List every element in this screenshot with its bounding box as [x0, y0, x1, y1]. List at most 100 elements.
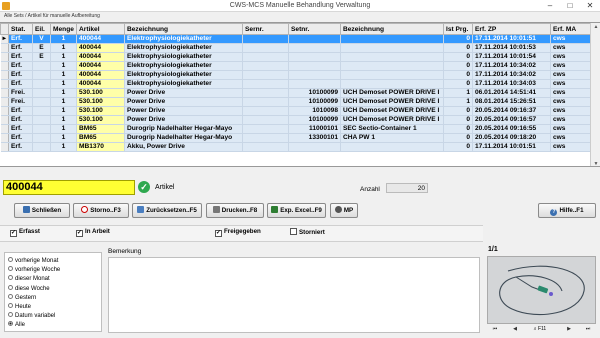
cell-menge: 1 [50, 142, 77, 152]
cell-erf-ma: cws [550, 97, 591, 107]
fullscreen-f11-button[interactable]: ⌕ F11 [527, 325, 553, 334]
column-header-setnr[interactable]: Setnr. [288, 23, 341, 35]
table-row[interactable]: Erf. 1 MB1370 Akku, Power Drive 0 17.11.2014 … [0, 142, 591, 152]
close-button[interactable]: ✕ [580, 0, 600, 12]
cell-eil [32, 70, 51, 80]
row-indicator [0, 52, 9, 62]
filter-erfasst[interactable]: ✓ Erfasst [10, 228, 40, 239]
erfasst-checkbox[interactable]: ✓ [10, 230, 17, 237]
cell-erf-zp: 17.11.2014 10:34:03 [472, 79, 551, 89]
cell-artikel: 400044 [76, 70, 125, 80]
cell-setbez [340, 34, 444, 44]
next-page-icon[interactable]: ▶ [563, 325, 575, 334]
filter-freigegeben[interactable]: ✓ Freigegeben [215, 228, 261, 239]
reset-button[interactable]: Zurücksetzen..F5 [132, 203, 202, 218]
first-page-icon[interactable]: ⏮ [489, 325, 501, 334]
last-page-icon[interactable]: ⏭ [582, 325, 594, 334]
table-row[interactable]: Frei. 1 530.100 Power Drive 10100099 UCH Demo… [0, 88, 591, 98]
storno-button[interactable]: Storno..F3 [73, 203, 129, 218]
cell-setbez: UCH Demoset POWER DRIVE I [340, 115, 444, 125]
table-row[interactable]: Erf. E 1 400044 Elektrophysiologiekatheter 0 1… [0, 52, 591, 62]
table-header: Stat. Eil. Menge Artikel Bezeichnung Ser… [0, 23, 591, 35]
column-header-bezeichnung[interactable]: Bezeichnung [124, 23, 243, 35]
cell-ist-prg: 0 [443, 124, 473, 134]
cell-erf-ma: cws [550, 34, 591, 44]
table-row[interactable]: Erf. 1 530.100 Power Drive 10100099 UCH Demos… [0, 115, 591, 125]
cell-erf-ma: cws [550, 61, 591, 71]
cell-bezeichnung: Durogrip Nadelhalter Hegar-Mayo [124, 124, 243, 134]
cell-sernr [242, 88, 289, 98]
radio-button[interactable] [8, 312, 13, 318]
column-header-artikel[interactable]: Artikel [76, 23, 125, 35]
cell-erf-ma: cws [550, 115, 591, 125]
print-button[interactable]: Drucken..F8 [206, 203, 264, 218]
table-row[interactable]: Erf. 1 BM65 Durogrip Nadelhalter Hegar-Mayo… [0, 124, 591, 134]
export-excel-button[interactable]: Exp. Excel..F9 [267, 203, 326, 218]
table-row[interactable]: ▸ Erf. V 1 400044 Elektrophysiologiekatheter 0… [0, 34, 591, 44]
maximize-button[interactable]: □ [560, 0, 580, 12]
help-icon: ? [550, 209, 558, 216]
bemerkung-label: Bemerkung [108, 248, 142, 255]
scroll-up-icon[interactable]: ▲ [592, 23, 600, 31]
filter-storniert[interactable]: Storniert [290, 228, 325, 239]
radio-button[interactable] [8, 321, 13, 327]
minimize-button[interactable]: – [540, 0, 560, 12]
column-header-stat[interactable]: Stat. [8, 23, 33, 35]
cell-ist-prg: 1 [443, 88, 473, 98]
article-input[interactable]: 400044 [3, 180, 135, 195]
in-arbeit-checkbox[interactable]: ✓ [76, 230, 83, 237]
column-header-erf-ma[interactable]: Erf. MA [550, 23, 591, 35]
table-row[interactable]: Erf. 1 400044 Elektrophysiologiekatheter 0 17… [0, 79, 591, 89]
radio-button[interactable] [8, 293, 13, 299]
period-option[interactable]: vorherige Woche [8, 266, 101, 275]
table-row[interactable]: Erf. 1 530.100 Power Drive 1010098 UCH Demose… [0, 106, 591, 116]
radio-button[interactable] [8, 257, 13, 262]
cell-bezeichnung: Elektrophysiologiekatheter [124, 43, 243, 53]
column-header-ist-prg[interactable]: Ist Prg. [443, 23, 473, 35]
row-indicator [0, 97, 9, 107]
cell-erf-zp: 06.01.2014 14:51:41 [472, 88, 551, 98]
storniert-checkbox[interactable] [290, 228, 297, 235]
period-option[interactable]: diese Woche [8, 284, 101, 294]
column-header-eil[interactable]: Eil. [32, 23, 51, 35]
cell-erf-ma: cws [550, 133, 591, 143]
column-header-menge[interactable]: Menge [50, 23, 77, 35]
table-row[interactable]: Erf. 1 BM65 Durogrip Nadelhalter Hegar-Mayo… [0, 133, 591, 143]
scroll-down-icon[interactable]: ▼ [592, 160, 600, 166]
column-header-set-bezeichnung[interactable]: Bezeichnung [340, 23, 444, 35]
mp-button[interactable]: MP [330, 203, 358, 218]
help-button[interactable]: ? Hilfe..F1 [538, 203, 596, 218]
vertical-scrollbar[interactable]: ▲ ▼ [590, 23, 600, 166]
period-option[interactable]: vorherige Monat [8, 257, 101, 266]
close-window-button[interactable]: Schließen [14, 203, 70, 218]
radio-button[interactable] [8, 284, 13, 290]
column-header-sernr[interactable]: Sernr. [242, 23, 289, 35]
period-option[interactable]: dieser Monat [8, 275, 101, 284]
period-option[interactable]: Gestern [8, 293, 101, 303]
cell-setnr [288, 34, 341, 44]
cell-menge: 1 [50, 124, 77, 134]
cell-erf-zp: 20.05.2014 09:16:37 [472, 106, 551, 116]
radio-button[interactable] [8, 266, 13, 272]
table-row[interactable]: Erf. 1 400044 Elektrophysiologiekatheter 0 17… [0, 70, 591, 80]
radio-button[interactable] [8, 302, 13, 308]
table-row[interactable]: Erf. E 1 400044 Elektrophysiologiekatheter 0 1… [0, 43, 591, 53]
period-option[interactable]: Datum variabel [8, 312, 101, 321]
cell-erf-zp: 17.11.2014 10:01:51 [472, 142, 551, 152]
radio-button[interactable] [8, 275, 13, 281]
table-row[interactable]: Frei. 1 530.100 Power Drive 10100099 UCH Demo… [0, 97, 591, 107]
period-option[interactable]: Heute [8, 302, 101, 312]
cell-erf-ma: cws [550, 52, 591, 62]
cell-sernr [242, 43, 289, 53]
column-header-erf-zp[interactable]: Erf. ZP [472, 23, 551, 35]
freigegeben-checkbox[interactable]: ✓ [215, 230, 222, 237]
cell-stat: Erf. [8, 133, 33, 143]
period-option[interactable]: Alle [8, 321, 101, 330]
bemerkung-textarea[interactable] [108, 257, 480, 333]
table-row[interactable]: Erf. 1 400044 Elektrophysiologiekatheter 0 17… [0, 61, 591, 71]
filter-in-arbeit[interactable]: ✓ In Arbeit [76, 228, 110, 239]
data-grid[interactable]: Stat. Eil. Menge Artikel Bezeichnung Ser… [0, 22, 600, 167]
previous-page-icon[interactable]: ◀ [509, 325, 521, 334]
cell-setnr [288, 43, 341, 53]
cell-bezeichnung: Akku, Power Drive [124, 142, 243, 152]
